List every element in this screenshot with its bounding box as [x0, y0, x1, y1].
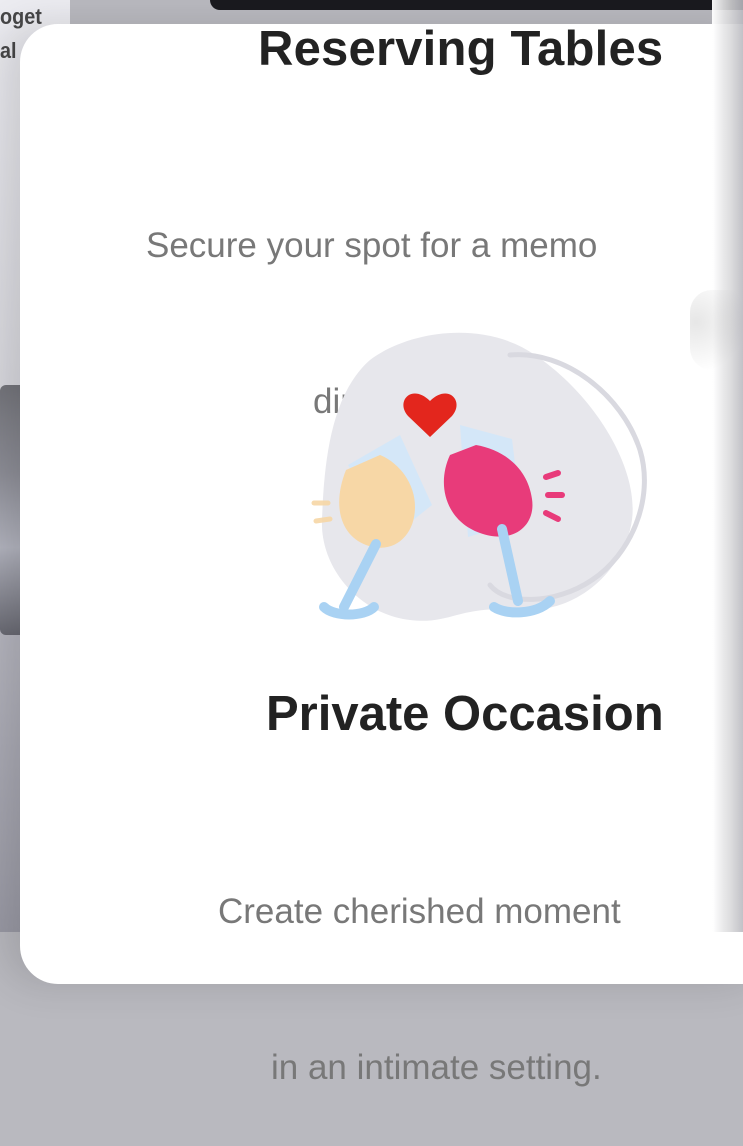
card-subtitle-line-1: Create cherished moment: [218, 892, 621, 931]
right-edge-next-card: [712, 0, 743, 932]
background-peek-line-1: oget: [0, 4, 42, 29]
card-title-reserving-tables: Reserving Tables: [258, 22, 664, 76]
card-subtitle-line-1: Secure your spot for a memo: [146, 226, 598, 265]
toasting-glasses-icon: [311, 332, 647, 621]
card-title-private-occasion: Private Occasion: [266, 687, 664, 741]
celebration-illustration: [300, 315, 660, 635]
top-dark-strip: [210, 0, 743, 10]
card-subtitle-private-occasion: Create cherished moment in an intimate s…: [218, 782, 743, 1146]
card-subtitle-line-2: in an intimate setting.: [271, 1048, 602, 1087]
